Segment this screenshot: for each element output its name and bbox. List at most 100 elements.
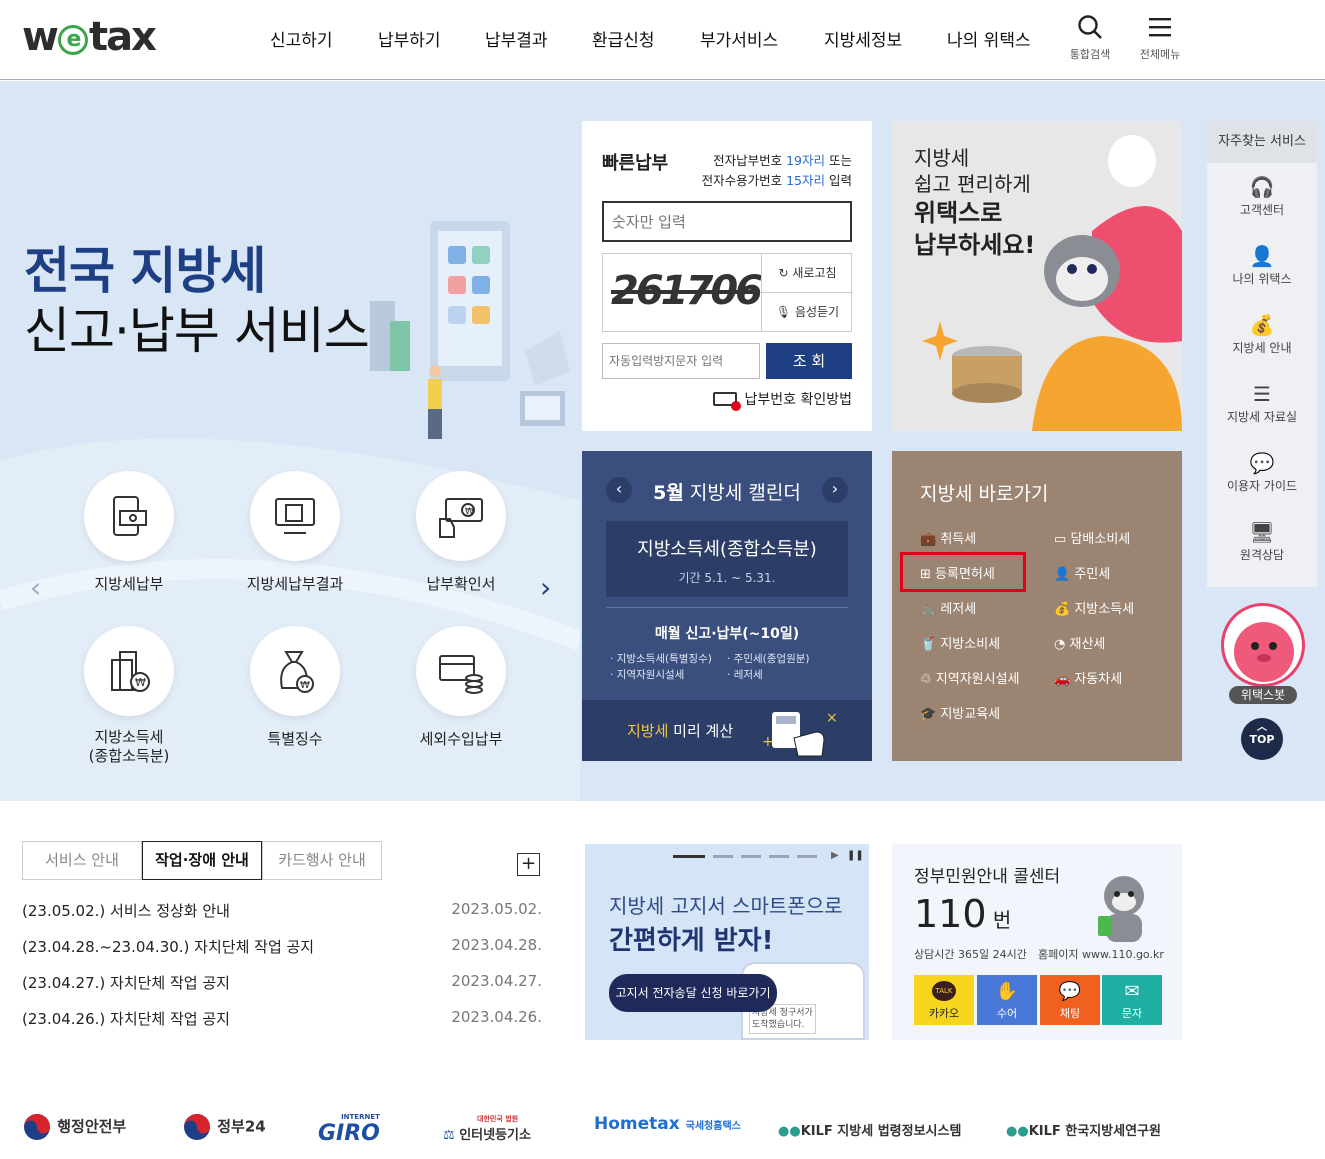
user-icon: 👤 <box>1249 244 1275 268</box>
sidebar-item-customer-center[interactable]: 🎧 고객센터 <box>1207 163 1317 232</box>
taegeuk-icon <box>184 1114 210 1140</box>
nav-my-wetax[interactable]: 나의 위택스 <box>947 26 1031 51</box>
shortcut-leisure-tax[interactable]: 🚲 레저세 <box>920 598 976 617</box>
sidebar-item-my-wetax[interactable]: 👤 나의 위택스 <box>1207 232 1317 301</box>
notice-item[interactable]: (23.05.02.) 서비스 정상화 안내 2023.05.02. <box>22 900 542 921</box>
calendar-item: · 레저세 <box>727 669 763 681</box>
e-bill-banner[interactable]: ▶ ❚❚ 지방세 고지서 스마트폰으로 간편하게 받자! 지방세 청구서가 도착했… <box>585 844 869 1040</box>
wetax-bot-button[interactable] <box>1221 603 1305 687</box>
sidebar-item-user-guide[interactable]: 💬 이용자 가이드 <box>1207 439 1317 508</box>
captcha-refresh-button[interactable]: ↻ 새로고침 <box>761 254 853 293</box>
notice-more-button[interactable]: + <box>517 853 540 876</box>
person-icon: 👤 <box>1054 567 1071 582</box>
slide-indicator[interactable] <box>741 855 761 858</box>
calendar-item: · 지역자원시설세 <box>610 669 685 681</box>
shortcut-property-tax[interactable]: ◔ 재산세 <box>1054 633 1105 652</box>
tab-card-event[interactable]: 카드행사 안내 <box>262 841 382 880</box>
slide-indicator[interactable] <box>713 855 733 858</box>
cigarette-icon: ▭ <box>1054 532 1067 547</box>
quick-pay-panel: 빠른납부 전자납부번호 19자리 또는 전자수용가번호 15자리 입력 2617… <box>582 121 872 431</box>
chat-icon: 💬 <box>1249 451 1275 475</box>
calendar-event[interactable]: 지방소득세(종합소득분) 기간 5.1. ~ 5.31. <box>606 521 848 597</box>
svg-text:₩: ₩ <box>300 680 310 691</box>
wetax-logo[interactable]: w e tax <box>22 14 157 60</box>
carousel-prev-button[interactable]: ‹ <box>30 571 41 604</box>
frequent-services-sidebar: 자주찾는 서비스 🎧 고객센터 👤 나의 위택스 💰 지방세 안내 ☰ 지방세 자료실 … <box>1207 121 1317 587</box>
service-label: 지방세납부결과 <box>246 575 344 593</box>
sidebar-item-local-tax-guide[interactable]: 💰 지방세 안내 <box>1207 301 1317 370</box>
slide-pause-icon[interactable]: ❚❚ <box>847 850 864 861</box>
nav-local-tax-info[interactable]: 지방세정보 <box>824 26 902 51</box>
kakao-button[interactable]: TALK 카카오 <box>914 975 974 1025</box>
footer-mois-link[interactable]: 행정안전부 <box>22 1112 126 1142</box>
search-label: 통합검색 <box>1069 48 1111 61</box>
shortcut-vehicle-tax[interactable]: 🚗 자동차세 <box>1054 668 1122 687</box>
sidebar-item-archive[interactable]: ☰ 지방세 자료실 <box>1207 370 1317 439</box>
service-income-tax[interactable]: ₩ 지방소득세 (종합소득분) <box>44 626 214 766</box>
sms-button[interactable]: ✉ 문자 <box>1102 975 1162 1025</box>
all-menu-button[interactable]: 전체메뉴 <box>1135 14 1185 62</box>
footer-kilf-institute-link[interactable]: ●●KILF 한국지방세연구원 <box>1006 1116 1161 1140</box>
shortcut-acquisition-tax[interactable]: 💼 취득세 <box>920 528 976 547</box>
notice-item[interactable]: (23.04.28.~23.04.30.) 자치단체 작업 공지 2023.04.… <box>22 936 542 957</box>
nav-refund[interactable]: 환급신청 <box>592 26 655 51</box>
chat-bubble-icon: 💬 <box>1058 981 1082 1002</box>
shortcut-resident-tax[interactable]: 👤 주민세 <box>1054 563 1110 582</box>
captcha-input[interactable] <box>602 343 760 379</box>
notice-item[interactable]: (23.04.27.) 자치단체 작업 공지 2023.04.27. <box>22 972 542 993</box>
shortcut-tobacco-tax[interactable]: ▭ 담배소비세 <box>1054 528 1130 547</box>
service-special-collection[interactable]: ₩ 특별징수 <box>210 626 380 749</box>
tax-payment-icon <box>113 496 147 536</box>
shortcut-resource-facility-tax[interactable]: ♲ 지역자원시설세 <box>920 668 1020 687</box>
envelope-icon: ✉ <box>1124 981 1140 1002</box>
slide-indicator-active[interactable] <box>673 855 705 858</box>
e-bill-apply-button[interactable]: 고지서 전자송달 신청 바로가기 <box>609 974 777 1012</box>
service-non-tax-revenue[interactable]: 세외수입납부 <box>376 626 546 749</box>
footer-gov24-link[interactable]: 정부24 <box>182 1112 266 1142</box>
money-bag-icon: 💰 <box>1054 602 1071 617</box>
scroll-top-button[interactable]: ︿ TOP <box>1241 718 1283 760</box>
shortcut-education-tax[interactable]: 🎓 지방교육세 <box>920 703 1000 722</box>
tax-calculator-link[interactable]: 지방세 미리 계산 × + <box>582 700 872 761</box>
sign-language-button[interactable]: ✋ 수어 <box>977 975 1037 1025</box>
slide-indicator[interactable] <box>769 855 789 858</box>
shortcut-consumption-tax[interactable]: 🥤 지방소비세 <box>920 633 1000 652</box>
promo-banner[interactable]: 지방세 쉽고 편리하게 위택스로 납부하세요! <box>892 121 1182 431</box>
service-payment-result[interactable]: 지방세납부결과 <box>210 471 380 594</box>
monitor-icon: 🖥 <box>1249 520 1275 544</box>
tab-maintenance-notice[interactable]: 작업·장애 안내 <box>142 841 262 880</box>
service-payment-certificate[interactable]: ₩ 납부확인서 <box>376 471 546 594</box>
payment-result-icon <box>275 498 315 534</box>
wetax-bot-label: 위택스봇 <box>1229 686 1297 704</box>
graduation-cap-icon: 🎓 <box>920 707 937 722</box>
plus-icon: + <box>520 853 537 874</box>
footer-hometax-link[interactable]: Hometax 국세청홈택스 <box>594 1114 741 1134</box>
shortcut-local-income-tax[interactable]: 💰 지방소득세 <box>1054 598 1134 617</box>
footer-giro-link[interactable]: INTERNET GIRO <box>318 1113 380 1146</box>
chat-button[interactable]: 💬 채팅 <box>1040 975 1100 1025</box>
quick-pay-description: 전자납부번호 19자리 또는 전자수용가번호 15자리 입력 <box>701 153 852 188</box>
footer-iros-link[interactable]: 대한민국 법원 ⚖ 인터넷등기소 <box>443 1114 531 1143</box>
service-tax-payment[interactable]: 지방세납부 <box>44 471 214 594</box>
call-center-number: 110 번 <box>914 892 1012 936</box>
nav-pay[interactable]: 납부하기 <box>378 26 441 51</box>
nav-pay-result[interactable]: 납부결과 <box>485 26 548 51</box>
payment-number-input[interactable] <box>602 201 852 242</box>
slide-next-icon[interactable]: ▶ <box>831 850 839 861</box>
footer-kilf-law-link[interactable]: ●●KILF 지방세 법령정보시스템 <box>778 1116 961 1140</box>
bill-printer-icon <box>712 392 741 411</box>
slide-indicator[interactable] <box>797 855 817 858</box>
tab-service-notice[interactable]: 서비스 안내 <box>22 841 142 880</box>
nav-file-return[interactable]: 신고하기 <box>270 26 333 51</box>
payment-number-guide-link[interactable]: 납부번호 확인방법 <box>712 389 852 411</box>
integrated-search-button[interactable]: 통합검색 <box>1065 14 1115 62</box>
tax-calendar-panel: ‹ › 5월 지방세 캘린더 지방소득세(종합소득분) 기간 5.1. ~ 5.… <box>582 451 872 761</box>
recycle-icon: ♲ <box>920 672 932 687</box>
notice-item[interactable]: (23.04.26.) 자치단체 작업 공지 2023.04.26. <box>22 1008 542 1029</box>
call-center-title: 정부민원안내 콜센터 <box>914 867 1061 887</box>
sidebar-item-remote-support[interactable]: 🖥 원격상담 <box>1207 508 1317 577</box>
lookup-button[interactable]: 조 회 <box>766 343 852 379</box>
nav-extra-service[interactable]: 부가서비스 <box>700 26 778 51</box>
captcha-audio-button[interactable]: 🎙 음성듣기 <box>761 293 853 332</box>
svg-text:₩: ₩ <box>135 676 146 689</box>
